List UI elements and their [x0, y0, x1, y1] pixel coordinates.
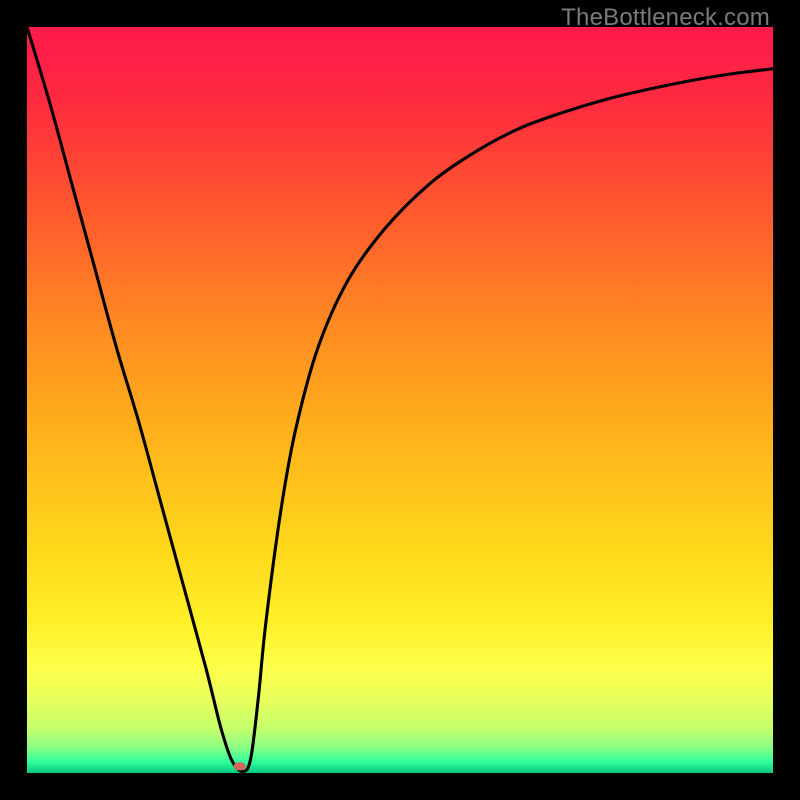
bottleneck-chart — [27, 27, 773, 773]
plot-frame — [27, 27, 773, 773]
watermark-label: TheBottleneck.com — [561, 4, 770, 32]
gradient-background — [27, 27, 773, 773]
minimum-marker — [234, 762, 246, 770]
